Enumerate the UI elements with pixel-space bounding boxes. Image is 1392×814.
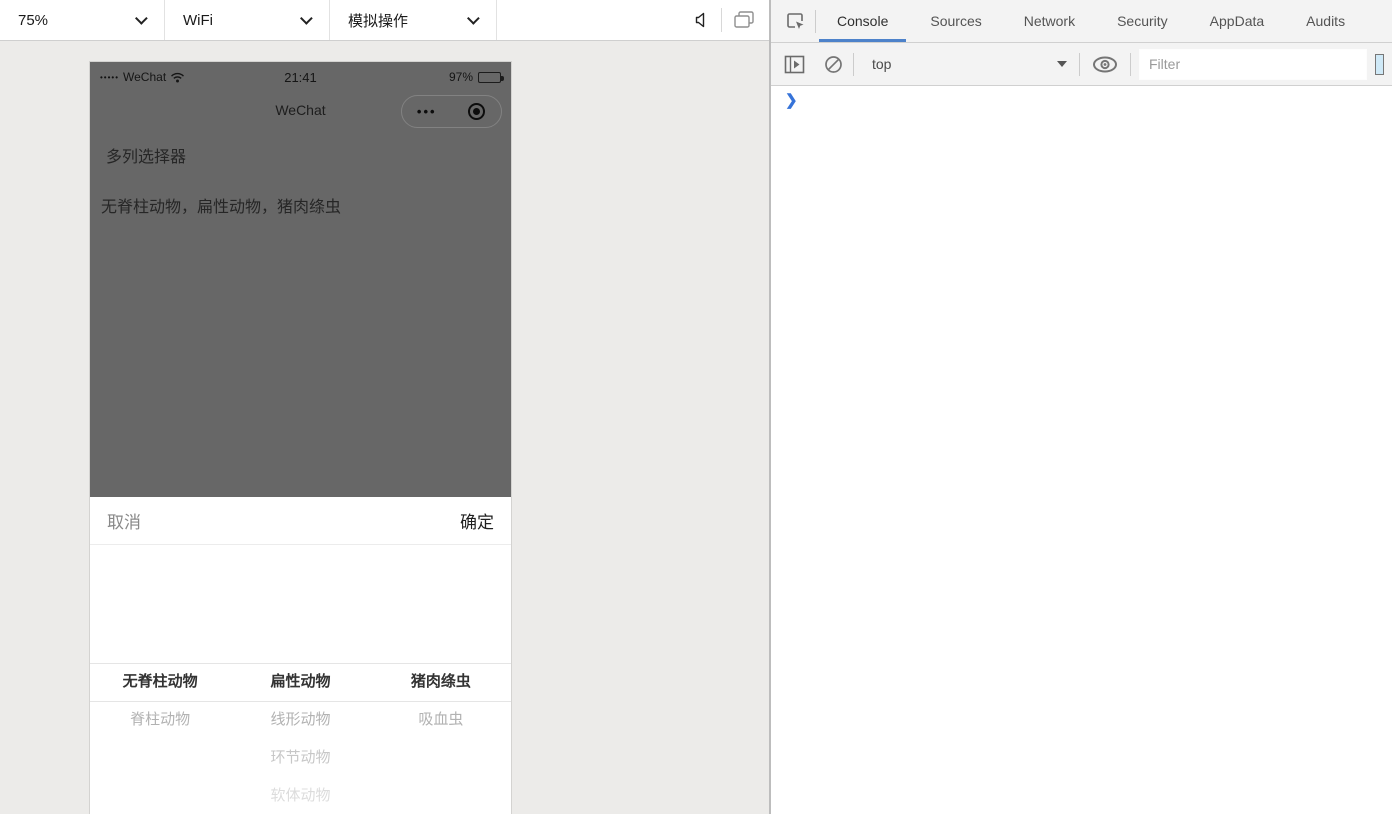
picker-option[interactable]: 软体动物 [230,777,370,814]
picker-column-1: 无脊柱动物 脊柱动物 [90,663,230,814]
toolbar-right-group [497,0,769,40]
picker-panel: 取消 确定 无脊柱动物 脊柱动物 扁性动物 线形动物 环节动物 软体动物 猪肉绦虫 吸血虫 [90,497,511,814]
picker-option[interactable]: 扁性动物 [230,663,370,701]
network-select-value: WiFi [183,11,213,29]
chevron-down-icon [135,11,148,25]
phone-screen: ••••• WeChat 21:41 97% WeChat ••• 多列选择器 … [90,62,511,814]
clear-console-icon[interactable] [824,55,843,74]
picker-option[interactable]: 线形动物 [230,701,370,739]
tab-security[interactable]: Security [1096,0,1189,42]
wifi-icon [171,72,185,82]
tab-network[interactable]: Network [1003,0,1096,42]
picker-option[interactable]: 无脊柱动物 [90,663,230,701]
picker-demo-heading: 多列选择器 [106,149,187,166]
sound-icon[interactable] [692,11,710,29]
network-select[interactable]: WiFi [165,0,330,40]
console-prompt-icon[interactable]: ❯ [785,91,798,109]
status-right: 97% [361,70,504,84]
signal-dots-icon: ••••• [100,72,120,82]
simulate-action-value: 模拟操作 [348,12,409,30]
tab-appdata[interactable]: AppData [1189,0,1285,42]
dropdown-arrow-icon [1057,61,1067,67]
chevron-down-icon [300,11,313,25]
picker-option[interactable]: 猪肉绦虫 [371,663,511,701]
tab-audits[interactable]: Audits [1285,0,1366,42]
devtools-panel: Console Sources Network Security AppData Audi… [769,0,1392,814]
tab-console[interactable]: Console [816,0,909,42]
confirm-button[interactable]: 确定 [460,508,494,533]
simulate-action-select[interactable]: 模拟操作 [330,0,497,40]
status-left: ••••• WeChat [100,70,240,84]
picker-option[interactable]: 吸血虫 [371,701,511,739]
battery-percent: 97% [448,70,473,84]
nav-bar: WeChat ••• [90,92,511,134]
picker-column-2: 扁性动物 线形动物 环节动物 软体动物 [230,663,370,814]
console-sidebar-toggle-icon[interactable] [784,55,805,74]
devtools-tab-bar: Console Sources Network Security AppData Audi… [771,0,1392,43]
filter-input[interactable] [1139,48,1367,80]
simulator-pane: 75% WiFi 模拟操作 ••••• WeChat 21:41 97% WeC… [0,0,769,814]
picker-selected-value[interactable]: 无脊柱动物，扁性动物，猪肉绦虫 [101,193,341,217]
float-window-icon[interactable] [733,10,755,30]
status-bar: ••••• WeChat 21:41 97% [90,62,511,92]
chevron-down-icon [467,11,480,25]
picker-header: 取消 确定 [90,497,511,545]
home-icon [467,103,485,120]
picker-option[interactable]: 脊柱动物 [90,701,230,739]
status-time: 21:41 [284,69,317,85]
execution-context-value: top [872,56,892,72]
console-toolbar: top [771,43,1392,86]
console-toolbar-divider [1130,52,1131,76]
cancel-button[interactable]: 取消 [107,508,141,533]
picker-wheel: 无脊柱动物 脊柱动物 扁性动物 线形动物 环节动物 软体动物 猪肉绦虫 吸血虫 [90,663,511,814]
console-toolbar-divider [1079,52,1080,76]
log-level-select-clipped[interactable] [1375,53,1384,75]
home-button[interactable] [452,103,502,120]
carrier-label: WeChat [123,70,167,84]
picker-option[interactable]: 环节动物 [230,739,370,777]
capsule-menu: ••• [401,95,502,128]
devtools-tab-strip: Console Sources Network Security AppData Audi… [816,0,1366,42]
toolbar-divider [721,8,722,32]
more-menu-icon[interactable]: ••• [402,104,452,119]
live-expression-eye-icon[interactable] [1092,56,1118,73]
console-output-area[interactable]: ❯ [771,86,1392,814]
zoom-select[interactable]: 75% [0,0,165,40]
simulator-toolbar: 75% WiFi 模拟操作 [0,0,769,41]
battery-icon [478,71,504,83]
dimmed-page-overlay[interactable]: ••••• WeChat 21:41 97% WeChat ••• 多列选择器 … [90,62,511,497]
zoom-select-value: 75% [18,11,49,29]
tab-sources[interactable]: Sources [909,0,1002,42]
inspect-element-icon[interactable] [785,11,806,32]
picker-column-3: 猪肉绦虫 吸血虫 [371,663,511,814]
execution-context-select[interactable]: top [854,43,1079,85]
